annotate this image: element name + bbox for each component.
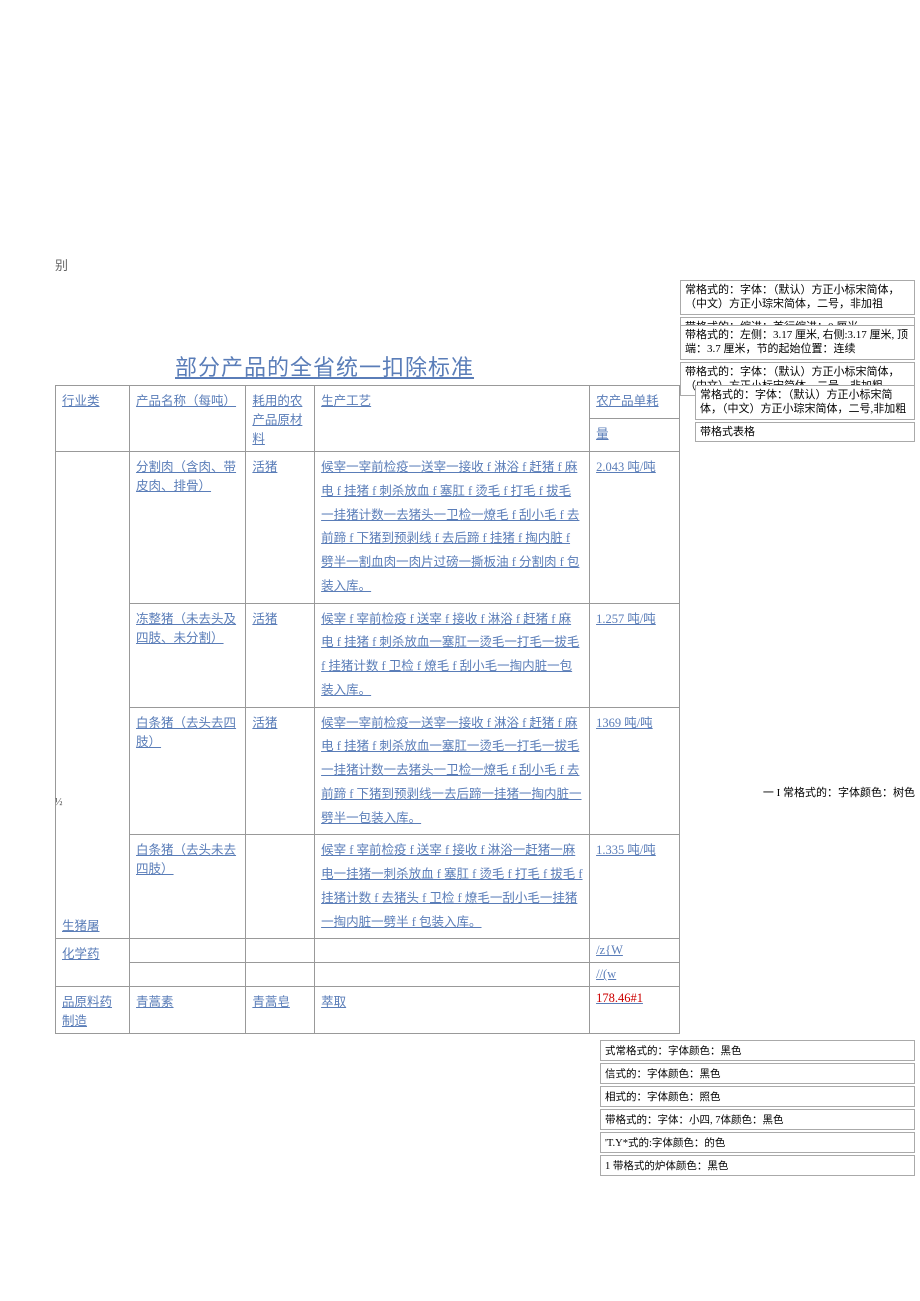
table-row: 生猪屠 分割肉（含肉、带皮肉、排骨） 活猪 候宰一宰前检疫一送宰一接收 f 淋浴… <box>56 452 680 604</box>
format-annotation: 带格式的：左侧：3.17 厘米, 右侧:3.17 厘米, 顶端：3.7 厘米，节… <box>680 325 915 360</box>
cell-product: 分割肉（含肉、带皮肉、排骨） <box>130 452 246 604</box>
cell-material: 活猪 <box>246 603 315 707</box>
cell-consumption: //(w <box>590 963 680 987</box>
format-annotation: 'T.Y*式的:字体颜色：的色 <box>600 1132 915 1153</box>
cell-material: 活猪 <box>246 707 315 835</box>
format-annotation: 常格式的：字体：（默认）方正小标宋简体，（中文）方正小琮宋简体，二号，非加祖 <box>680 280 915 315</box>
cell-product: 白条猪（去头未去四肢） <box>130 835 246 939</box>
cell-process: 候宰一宰前检疫一送宰一接收 f 淋浴 f 赶猪 f 麻电 f 挂猪 f 刺杀放血… <box>315 452 590 604</box>
format-annotation: 带格式的：字体：小四, 7体颜色：黑色 <box>600 1109 915 1130</box>
cell-category: 生猪屠 <box>56 452 130 939</box>
cell-product: 冻整猪（未去头及四肢、未分割） <box>130 603 246 707</box>
cell-material: 活猪 <box>246 452 315 604</box>
format-annotation: 式常格式的：字体颜色：黑色 <box>600 1040 915 1061</box>
deduction-standards-table: 行业类 产品名称（每吨） 耗用的农产品原材料 生产工艺 农产品单耗 量 生猪屠 … <box>55 385 680 1034</box>
format-annotation-group: 式常格式的：字体颜色：黑色 信式的：字体颜色：黑色 相式的：字体颜色：照色 带格… <box>600 1040 915 1178</box>
format-annotation: 信式的：字体颜色：黑色 <box>600 1063 915 1084</box>
format-annotation-group: 常格式的：字体：（默认）方正小标宋简体，（中文）方正小琮宋简体，二号,非加粗 带… <box>695 385 915 444</box>
table-row: 冻整猪（未去头及四肢、未分割） 活猪 候宰 f 宰前检疫 f 送宰 f 接收 f… <box>56 603 680 707</box>
cell-consumption: 1.257 吨/吨 <box>590 603 680 707</box>
header-process: 生产工艺 <box>315 386 590 452</box>
cell-product: 白条猪（去头去四肢） <box>130 707 246 835</box>
header-industry: 行业类 <box>56 386 130 452</box>
table-row: //(w <box>56 963 680 987</box>
cell-process: 萃取 <box>315 987 590 1034</box>
cell-process: 候宰 f 宰前检疫 f 送宰 f 接收 f 淋浴一赶猪一麻电一挂猪一刺杀放血 f… <box>315 835 590 939</box>
cell-process: 候宰 f 宰前检疫 f 送宰 f 接收 f 淋浴 f 赶猪 f 麻电 f 挂猪 … <box>315 603 590 707</box>
page-title: 部分产品的全省统一扣除标准 <box>175 350 474 382</box>
format-annotation: 带格式表格 <box>695 422 915 442</box>
fraction-marker: ½ <box>55 797 63 808</box>
cell-product: 青蒿素 <box>130 987 246 1034</box>
cell-material: 青蒿皂 <box>246 987 315 1034</box>
format-annotation: 相式的：字体颜色：照色 <box>600 1086 915 1107</box>
cell-category: 化学药 <box>56 939 130 987</box>
format-annotation: 1 带格式的炉体颜色：黑色 <box>600 1155 915 1176</box>
cell-consumption: 2.043 吨/吨 <box>590 452 680 604</box>
header-material: 耗用的农产品原材料 <box>246 386 315 452</box>
table-row: 化学药 /z{W <box>56 939 680 963</box>
cell-category: 品原料药制造 <box>56 987 130 1034</box>
cell-material <box>246 835 315 939</box>
cell-process: 候宰一宰前检疫一送宰一接收 f 淋浴 f 赶猪 f 麻电 f 挂猪 f 刺杀放血… <box>315 707 590 835</box>
top-marker: 别 <box>55 255 68 274</box>
cell-consumption: 1.335 吨/吨 <box>590 835 680 939</box>
cell-consumption: /z{W <box>590 939 680 963</box>
table-row: 白条猪（去头未去四肢） 候宰 f 宰前检疫 f 送宰 f 接收 f 淋浴一赶猪一… <box>56 835 680 939</box>
header-consumption-a: 农产品单耗 <box>590 386 680 419</box>
header-product: 产品名称（每吨） <box>130 386 246 452</box>
table-row: 品原料药制造 青蒿素 青蒿皂 萃取 178.46#1 <box>56 987 680 1034</box>
header-consumption-b: 量 <box>590 419 680 452</box>
cell-consumption: 178.46#1 <box>590 987 680 1034</box>
format-annotation: 一 I 常格式的：字体颜色：树色 <box>695 784 915 800</box>
format-annotation: 常格式的：字体：（默认）方正小标宋简体，（中文）方正小琮宋简体，二号,非加粗 <box>695 385 915 420</box>
cell-consumption: 1369 吨/吨 <box>590 707 680 835</box>
table-row: 白条猪（去头去四肢） 活猪 候宰一宰前检疫一送宰一接收 f 淋浴 f 赶猪 f … <box>56 707 680 835</box>
